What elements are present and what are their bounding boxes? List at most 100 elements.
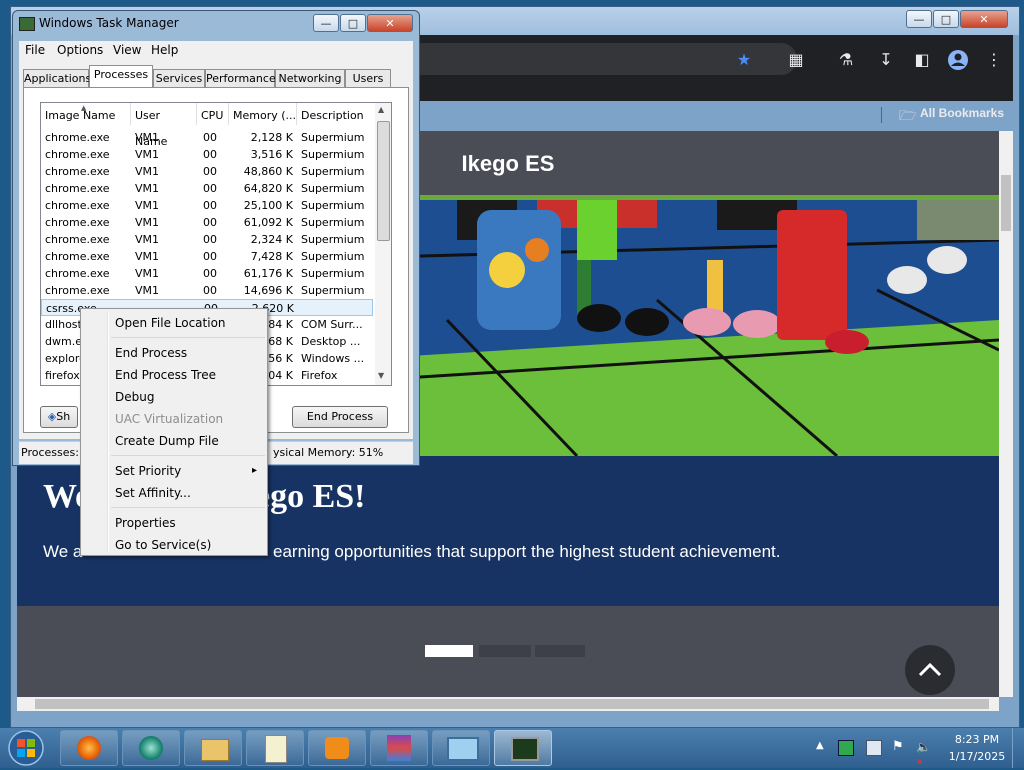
taskbar-remote-desktop[interactable]: [432, 730, 490, 766]
task-manager-icon: [19, 17, 35, 31]
start-button[interactable]: [6, 729, 46, 767]
taskbar-explorer[interactable]: [184, 730, 242, 766]
media-player-icon: [325, 737, 349, 759]
tab-services[interactable]: Services: [153, 69, 205, 87]
table-cell: Supermium: [301, 199, 365, 212]
page-horizontal-scrollbar[interactable]: [17, 697, 999, 711]
table-row[interactable]: chrome.exe VM1 00 64,820 K Supermium: [41, 180, 373, 197]
carousel-dot-active[interactable]: [425, 645, 473, 657]
tab-users[interactable]: Users: [345, 69, 391, 87]
context-menu-item[interactable]: End Process Tree: [83, 365, 265, 385]
table-cell: VM1: [135, 131, 160, 144]
table-cell: Supermium: [301, 148, 365, 161]
menu-separator: [111, 507, 265, 508]
scroll-up-icon[interactable]: ▲: [378, 105, 384, 114]
taskbar-firefox[interactable]: [60, 730, 118, 766]
table-cell: 00: [203, 199, 217, 212]
table-cell: 00: [203, 165, 217, 178]
taskbar-media-player[interactable]: [308, 730, 366, 766]
clock-time[interactable]: 8:23 PM: [948, 733, 1006, 746]
bookmark-star-icon[interactable]: ★: [733, 49, 755, 71]
list-vertical-scrollbar[interactable]: ▲ ▼: [375, 103, 391, 385]
table-row[interactable]: chrome.exe VM1 00 61,092 K Supermium: [41, 214, 373, 231]
maximize-button[interactable]: □: [340, 14, 366, 32]
context-menu-item[interactable]: End Process: [83, 343, 265, 363]
column-cpu[interactable]: CPU: [197, 103, 229, 125]
table-row[interactable]: chrome.exe VM1 00 7,428 K Supermium: [41, 248, 373, 265]
table-row[interactable]: chrome.exe VM1 00 14,696 K Supermium: [41, 282, 373, 299]
end-process-button[interactable]: End Process: [292, 406, 388, 428]
tab-networking[interactable]: Networking: [275, 69, 345, 87]
tab-applications[interactable]: Applications: [23, 69, 91, 87]
context-menu-item[interactable]: Go to Service(s): [83, 535, 265, 555]
all-bookmarks-link[interactable]: All Bookmarks: [920, 106, 1004, 120]
maximize-button[interactable]: □: [933, 10, 959, 28]
menu-kebab-icon[interactable]: ⋮: [983, 49, 1005, 71]
column-user-name[interactable]: User Name: [131, 103, 197, 148]
context-menu-item[interactable]: UAC Virtualization: [83, 409, 265, 429]
scrollbar-thumb[interactable]: [377, 121, 390, 241]
process-context-menu: Open File Location End Process End Process…: [80, 308, 268, 556]
page-vertical-scrollbar[interactable]: [999, 131, 1013, 697]
taskbar-task-manager[interactable]: [494, 730, 552, 766]
table-cell: chrome.exe: [45, 250, 110, 263]
tagline-prefix: We a: [43, 542, 83, 561]
table-cell: chrome.exe: [45, 182, 110, 195]
menu-view[interactable]: View: [113, 43, 141, 57]
labs-flask-icon[interactable]: ⚗: [835, 49, 857, 71]
back-to-top-button[interactable]: [905, 645, 955, 695]
close-button[interactable]: ✕: [960, 10, 1008, 28]
table-cell: VM1: [135, 182, 160, 195]
chevron-up-icon: [918, 662, 942, 677]
profile-avatar-icon[interactable]: [947, 49, 969, 71]
action-center-flag-icon[interactable]: ⚑: [892, 740, 906, 754]
table-row[interactable]: chrome.exe VM1 00 2,324 K Supermium: [41, 231, 373, 248]
clock-date[interactable]: 1/17/2025: [944, 750, 1010, 763]
tray-green-icon[interactable]: [838, 740, 854, 756]
context-menu-item[interactable]: Create Dump File: [83, 431, 265, 451]
minimize-button[interactable]: —: [906, 10, 932, 28]
table-cell: VM1: [135, 233, 160, 246]
table-row[interactable]: chrome.exe VM1 00 2,128 K Supermium: [41, 129, 373, 146]
table-cell: Desktop ...: [301, 335, 361, 348]
scroll-down-icon[interactable]: ▼: [378, 371, 384, 380]
table-row[interactable]: chrome.exe VM1 00 61,176 K Supermium: [41, 265, 373, 282]
taskbar-supermium[interactable]: [122, 730, 180, 766]
context-menu-item[interactable]: Set Affinity...: [83, 483, 265, 503]
menu-file[interactable]: File: [25, 43, 45, 57]
archive-icon: [387, 735, 411, 761]
close-button[interactable]: ✕: [367, 14, 413, 32]
network-icon[interactable]: [866, 740, 882, 756]
context-menu-item[interactable]: Open File Location: [83, 313, 265, 333]
sort-arrow-icon: ▲: [81, 104, 87, 112]
tab-performance[interactable]: Performance: [205, 69, 276, 87]
taskbar-winrar[interactable]: [370, 730, 428, 766]
context-menu-item[interactable]: Properties: [83, 513, 265, 533]
menu-help[interactable]: Help: [151, 43, 178, 57]
show-desktop-button[interactable]: [1012, 728, 1024, 768]
table-row[interactable]: chrome.exe VM1 00 3,516 K Supermium: [41, 146, 373, 163]
table-row[interactable]: chrome.exe VM1 00 25,100 K Supermium: [41, 197, 373, 214]
show-hidden-icons-icon[interactable]: ▲: [816, 740, 824, 751]
table-row[interactable]: chrome.exe VM1 00 48,860 K Supermium: [41, 163, 373, 180]
welcome-title-suffix: ego ES!: [255, 478, 366, 515]
menu-options[interactable]: Options: [57, 43, 103, 57]
column-memory[interactable]: Memory (...: [229, 103, 297, 125]
show-processes-button[interactable]: ◈Sh: [40, 406, 78, 428]
scrollbar-thumb[interactable]: [35, 699, 989, 709]
table-cell: chrome.exe: [45, 199, 110, 212]
carousel-dot[interactable]: [479, 645, 531, 657]
menu-bar: File Options View Help: [19, 41, 413, 61]
minimize-button[interactable]: —: [313, 14, 339, 32]
scrollbar-thumb[interactable]: [1001, 175, 1011, 231]
context-menu-item[interactable]: Set Priority ▸: [83, 461, 265, 481]
tab-processes[interactable]: Processes: [89, 65, 153, 88]
taskbar-notepad-plus[interactable]: [246, 730, 304, 766]
extensions-icon[interactable]: ▦: [785, 49, 807, 71]
volume-muted-icon[interactable]: 🔈✕: [916, 740, 931, 768]
context-menu-item[interactable]: Debug: [83, 387, 265, 407]
carousel-dot[interactable]: [535, 645, 585, 657]
side-panel-icon[interactable]: ◧: [911, 49, 933, 71]
download-icon[interactable]: ↧: [875, 49, 897, 71]
column-description[interactable]: Description: [297, 103, 377, 125]
